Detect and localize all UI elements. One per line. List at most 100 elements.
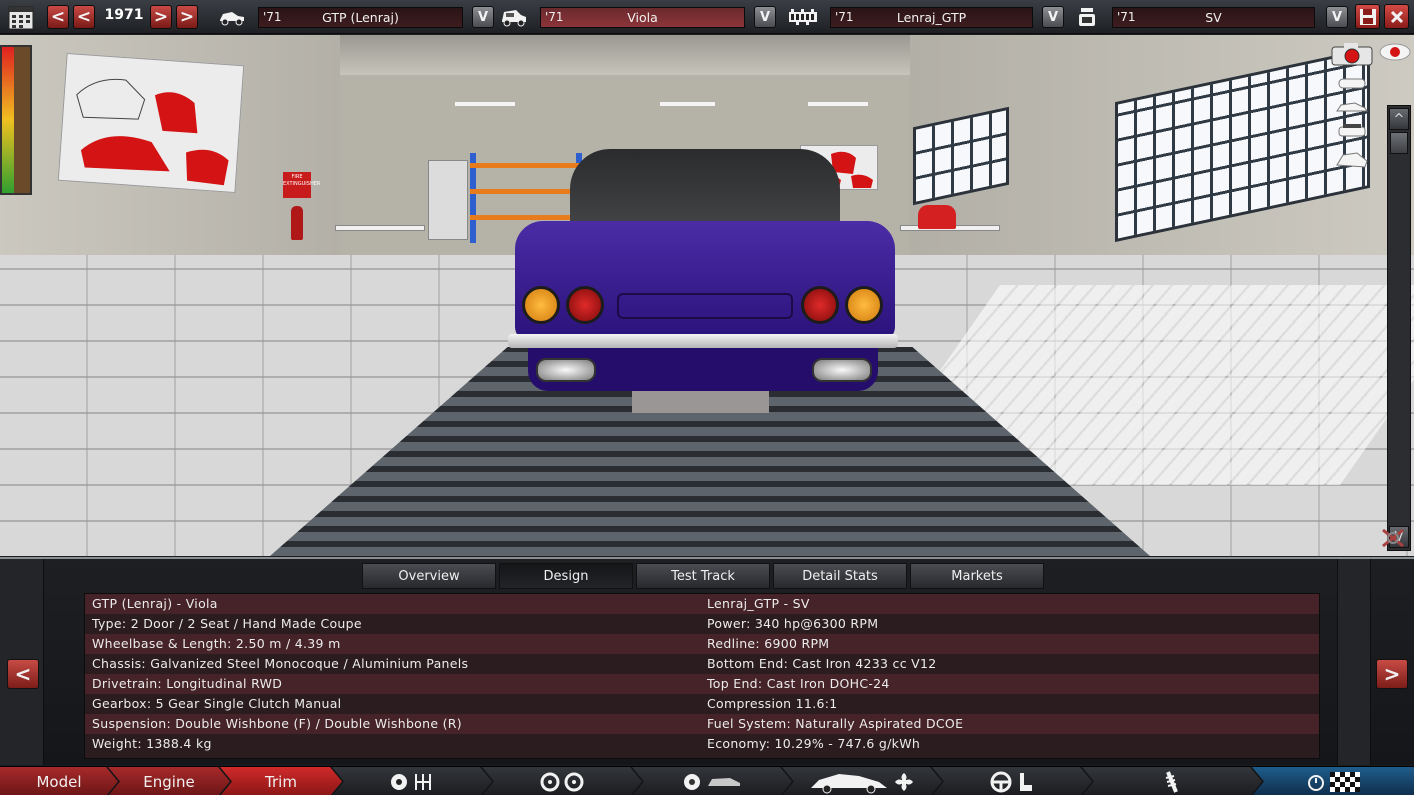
design-poster-left <box>57 52 245 194</box>
trim-dropdown-button[interactable]: V <box>754 6 776 28</box>
nav-engine[interactable]: Engine <box>108 767 230 795</box>
engine-family-selector-name: Lenraj_GTP <box>896 10 967 25</box>
nav-wheels[interactable] <box>482 767 642 795</box>
workbench-left <box>335 225 425 231</box>
tab-overview[interactable]: Overview <box>362 563 496 589</box>
nav-test[interactable] <box>1252 767 1414 795</box>
stat-row: Wheelbase & Length: 2.50 m / 4.39 m Redl… <box>85 634 1319 654</box>
reset-view-icon[interactable] <box>1378 525 1408 551</box>
stat-left: Suspension: Double Wishbone (F) / Double… <box>92 716 462 731</box>
screenshot-camera-icon[interactable] <box>1330 41 1374 67</box>
model-selector-name: GTP (Lenraj) <box>322 10 399 25</box>
year-display: 1971 <box>104 7 144 23</box>
top-toolbar: < < 1971 > > '71 GTP (Lenraj) V '71 Viol… <box>0 0 1414 34</box>
stat-right: Lenraj_GTP - SV <box>707 596 810 611</box>
view-angle-rear-icon[interactable] <box>1334 121 1370 141</box>
tab-design[interactable]: Design <box>499 563 633 589</box>
previous-car-button[interactable]: < <box>7 659 39 689</box>
tab-detail-stats[interactable]: Detail Stats <box>773 563 907 589</box>
nav-trim-label: Trim <box>265 772 297 791</box>
stat-left: Gearbox: 5 Gear Single Clutch Manual <box>92 696 342 711</box>
ceiling-light <box>455 102 515 106</box>
nav-interior[interactable] <box>932 767 1092 795</box>
save-button[interactable] <box>1355 4 1380 29</box>
camera-scrollbar[interactable]: ^ V <box>1387 105 1411 551</box>
nav-suspension[interactable] <box>1082 767 1262 795</box>
stat-right: Redline: 6900 RPM <box>707 636 830 651</box>
rear-bumper <box>508 334 898 348</box>
info-tabs: Overview Design Test Track Detail Stats … <box>362 563 1044 589</box>
nav-brakes[interactable] <box>632 767 792 795</box>
close-icon <box>1390 10 1403 23</box>
seat-icon <box>1016 771 1034 793</box>
engine-variant-selector-name: SV <box>1205 10 1222 25</box>
view-angle-three-quarter-icon[interactable] <box>1334 147 1370 171</box>
car-outline-icon <box>706 774 742 790</box>
engine-family-selector[interactable]: '71 Lenraj_GTP <box>830 7 1033 28</box>
year-forward-fast-button[interactable]: > <box>176 5 198 29</box>
car-roof <box>570 149 840 229</box>
stopwatch-icon <box>1308 774 1324 791</box>
scroll-thumb[interactable] <box>1390 132 1408 154</box>
design-stage-nav: Model Engine Trim <box>0 766 1414 795</box>
fire-extinguisher <box>291 206 303 240</box>
cabinet <box>428 160 468 240</box>
stat-left: Wheelbase & Length: 2.50 m / 4.39 m <box>92 636 341 651</box>
stat-row: Type: 2 Door / 2 Seat / Hand Made Coupe … <box>85 614 1319 634</box>
stat-row: Gearbox: 5 Gear Single Clutch Manual Com… <box>85 694 1319 714</box>
stat-left: GTP (Lenraj) - Viola <box>92 596 218 611</box>
stat-row: Drivetrain: Longitudinal RWD Top End: Ca… <box>85 674 1319 694</box>
nav-engine-label: Engine <box>143 772 195 791</box>
calendar-icon[interactable] <box>6 3 36 31</box>
exhaust-left <box>536 358 596 382</box>
visibility-eye-icon[interactable] <box>1378 41 1412 63</box>
view-angle-front-icon[interactable] <box>1334 73 1370 93</box>
stat-left: Type: 2 Door / 2 Seat / Hand Made Coupe <box>92 616 362 631</box>
year-back-fast-button[interactable]: < <box>47 5 69 29</box>
fan-icon <box>893 771 915 793</box>
stat-right: Fuel System: Naturally Aspirated DCOE <box>707 716 964 731</box>
wheel-icon <box>564 772 584 792</box>
stat-row: Chassis: Galvanized Steel Monocoque / Al… <box>85 654 1319 674</box>
nav-aero[interactable] <box>782 767 942 795</box>
nav-drivetrain[interactable] <box>332 767 492 795</box>
model-dropdown-button[interactable]: V <box>472 6 494 28</box>
engine-family-icon <box>786 3 820 31</box>
close-button[interactable] <box>1384 4 1409 29</box>
stat-left: Drivetrain: Longitudinal RWD <box>92 676 283 691</box>
car-trim-icon <box>499 3 529 31</box>
scroll-up-button[interactable]: ^ <box>1389 108 1409 130</box>
gear-icon <box>389 772 409 792</box>
engine-variant-icon <box>1072 3 1102 31</box>
tail-lamp-red-left <box>566 286 604 324</box>
brake-disc-icon <box>682 772 702 792</box>
year-back-button[interactable]: < <box>73 5 95 29</box>
ceiling-light <box>808 102 868 106</box>
engine-variant-dropdown-button[interactable]: V <box>1326 6 1348 28</box>
next-car-button[interactable]: > <box>1376 659 1408 689</box>
tail-lamp-amber-right <box>845 286 883 324</box>
stat-right: Economy: 10.29% - 747.6 g/kWh <box>707 736 921 751</box>
stat-left: Weight: 1388.4 kg <box>92 736 212 751</box>
stat-right: Compression 11.6:1 <box>707 696 838 711</box>
nav-model-label: Model <box>36 772 82 791</box>
engine-variant-selector[interactable]: '71 SV <box>1112 7 1315 28</box>
stat-row: Weight: 1388.4 kg Economy: 10.29% - 747.… <box>85 734 1319 754</box>
model-selector[interactable]: '71 GTP (Lenraj) <box>258 7 463 28</box>
gearshift-icon <box>413 772 435 792</box>
tab-test-track[interactable]: Test Track <box>636 563 770 589</box>
ceiling-light <box>660 102 715 106</box>
trim-selector[interactable]: '71 Viola <box>540 7 745 28</box>
stat-right: Bottom End: Cast Iron 4233 cc V12 <box>707 656 937 671</box>
trim-selector-name: Viola <box>627 10 658 25</box>
year-forward-button[interactable]: > <box>150 5 172 29</box>
engine-family-dropdown-button[interactable]: V <box>1042 6 1064 28</box>
wall-chart <box>0 45 32 195</box>
tail-lamp-amber-left <box>522 286 560 324</box>
tab-markets[interactable]: Markets <box>910 563 1044 589</box>
exhaust-right <box>812 358 872 382</box>
nav-model[interactable]: Model <box>0 767 118 795</box>
nav-trim[interactable]: Trim <box>220 767 342 795</box>
view-angle-side-icon[interactable] <box>1334 97 1370 117</box>
garage-viewport[interactable]: FIRE EXTINGUISHER ^ V <box>0 35 1414 556</box>
